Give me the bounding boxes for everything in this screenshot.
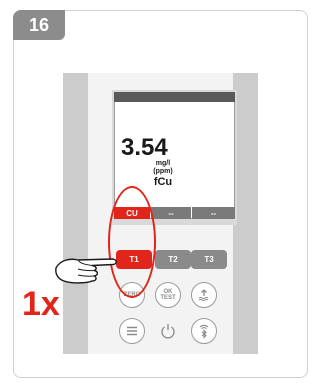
bluetooth-wifi-button[interactable] (191, 318, 217, 344)
reading-parameter: fCu (153, 176, 173, 188)
power-icon (159, 322, 177, 340)
power-button[interactable] (155, 318, 181, 344)
reading-unit-ppm: (ppm) (153, 168, 173, 175)
t3-button[interactable]: T3 (191, 250, 227, 269)
ok-test-button[interactable]: OK TEST (155, 282, 181, 308)
hand-pointer-icon (52, 248, 122, 293)
upload-icon (197, 288, 211, 302)
step-number-badge: 16 (13, 10, 65, 40)
bluetooth-wifi-icon (197, 323, 211, 339)
softkey-2[interactable]: -- (151, 207, 191, 219)
menu-button[interactable] (119, 318, 145, 344)
reading-unit-mg: mg/l (155, 160, 171, 167)
softkey-3[interactable]: -- (192, 207, 235, 219)
t2-button[interactable]: T2 (155, 250, 191, 269)
reading-value: 3.54 (121, 134, 168, 161)
test-label: TEST (160, 295, 176, 301)
upload-button[interactable] (191, 282, 217, 308)
reading-unit: mg/l (ppm) (138, 160, 188, 176)
side-band-left (63, 73, 88, 354)
ok-test-label: OK TEST (160, 289, 175, 301)
lcd-status-bar (114, 92, 235, 102)
menu-icon (126, 326, 138, 336)
